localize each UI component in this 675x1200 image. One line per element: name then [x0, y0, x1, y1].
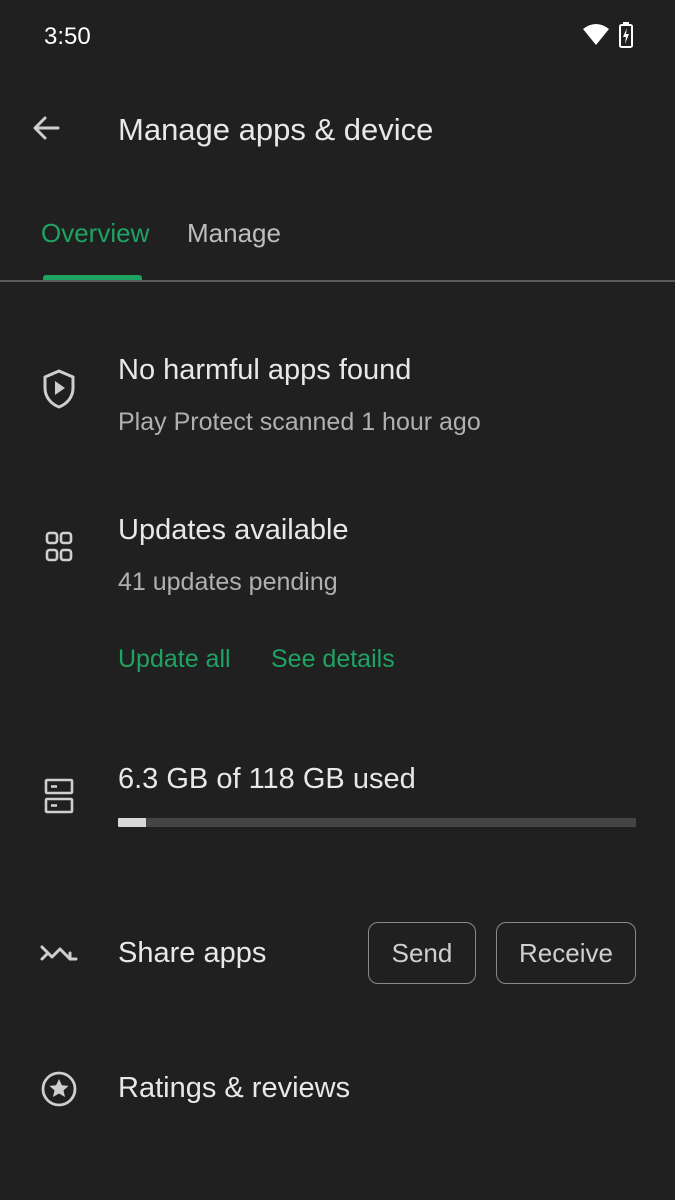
wifi-icon — [583, 24, 609, 51]
see-details-button[interactable]: See details — [271, 643, 395, 675]
updates-title: Updates available — [118, 514, 349, 546]
storage-usage-fill — [118, 818, 146, 827]
apps-grid-icon — [38, 526, 80, 568]
shield-play-icon — [38, 368, 80, 410]
arrow-back-icon — [30, 112, 62, 149]
update-all-button[interactable]: Update all — [118, 643, 231, 675]
tab-overview[interactable]: Overview — [41, 214, 149, 252]
share-apps-icon — [38, 933, 80, 975]
back-button[interactable] — [22, 106, 70, 154]
storage-icon — [38, 775, 80, 817]
battery-charging-icon — [619, 22, 633, 53]
storage-title: 6.3 GB of 118 GB used — [118, 763, 416, 795]
updates-subtitle: 41 updates pending — [118, 568, 338, 596]
tabs-divider — [0, 280, 675, 282]
send-button[interactable]: Send — [368, 922, 476, 984]
status-icons — [583, 22, 633, 53]
tab-manage[interactable]: Manage — [187, 214, 281, 252]
star-circle-icon — [38, 1068, 80, 1110]
page-title: Manage apps & device — [118, 112, 434, 147]
storage-usage-bar — [118, 818, 636, 827]
protect-subtitle: Play Protect scanned 1 hour ago — [118, 408, 481, 436]
status-time: 3:50 — [44, 23, 91, 50]
receive-button[interactable]: Receive — [496, 922, 636, 984]
protect-title: No harmful apps found — [118, 354, 412, 386]
ratings-title[interactable]: Ratings & reviews — [118, 1070, 350, 1106]
share-apps-title: Share apps — [118, 937, 267, 969]
